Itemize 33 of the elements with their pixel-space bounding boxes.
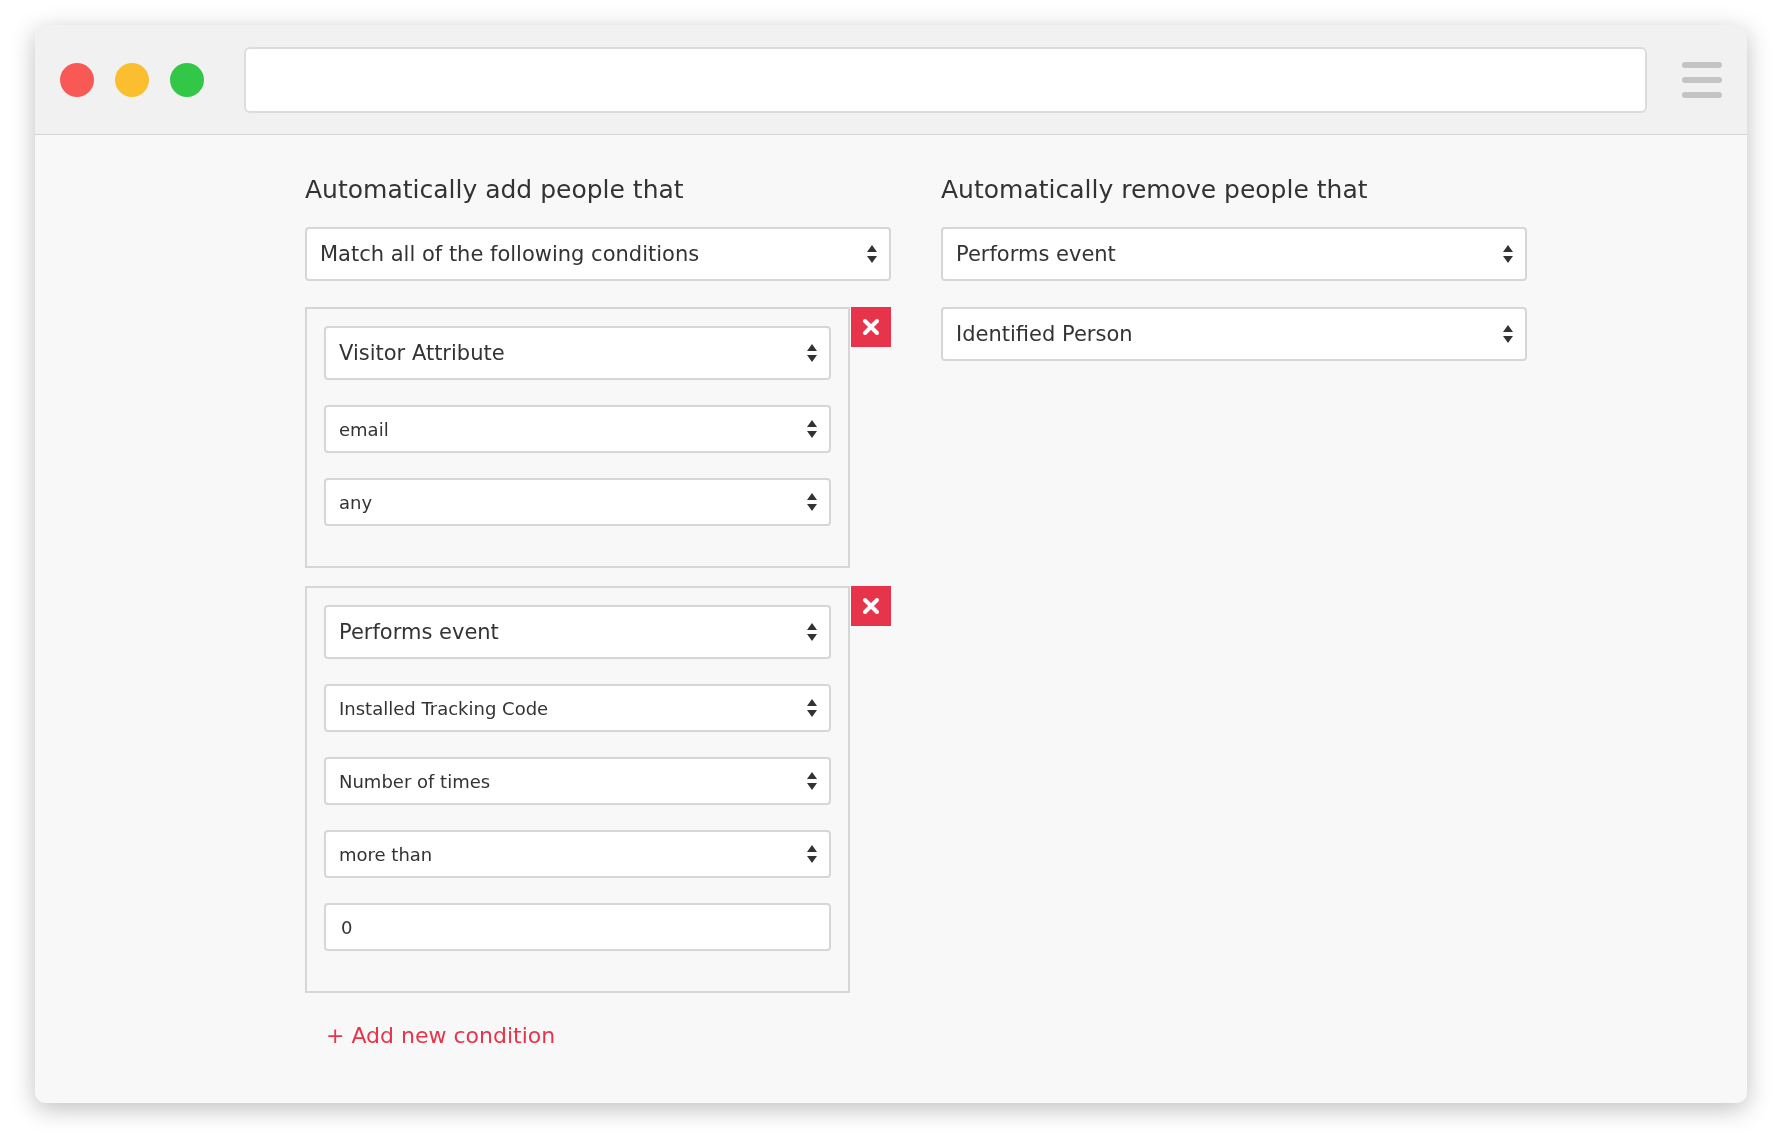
add-condition-link[interactable]: + Add new condition — [326, 1023, 891, 1048]
condition-select[interactable]: more than — [324, 830, 832, 878]
condition-type-select[interactable]: Performs event — [324, 605, 832, 659]
minimize-window-icon[interactable] — [115, 62, 149, 97]
close-window-icon[interactable] — [60, 62, 94, 97]
remove-condition-button[interactable] — [851, 586, 891, 626]
sort-arrows-icon — [1503, 325, 1513, 343]
sort-arrows-icon — [807, 344, 818, 362]
sort-arrows-icon — [807, 845, 818, 863]
sort-arrows-icon — [807, 699, 818, 717]
menu-icon[interactable] — [1682, 61, 1722, 98]
sort-arrows-icon — [807, 420, 818, 438]
close-icon — [862, 318, 881, 336]
condition-select[interactable]: email — [324, 405, 832, 453]
match-select[interactable]: Match all of the following conditions — [305, 227, 891, 281]
sort-arrows-icon — [1503, 245, 1513, 263]
remove-select[interactable]: Performs event — [941, 227, 1527, 281]
sort-arrows-icon — [807, 623, 818, 641]
maximize-window-icon[interactable] — [170, 62, 204, 97]
condition-select[interactable]: Installed Tracking Code — [324, 684, 832, 732]
remove-condition-button[interactable] — [851, 307, 891, 347]
value-input[interactable]: 0 — [324, 903, 832, 951]
condition-type-select[interactable]: Visitor Attribute — [324, 326, 832, 380]
section-heading: Automatically remove people that — [941, 175, 1369, 206]
address-bar[interactable] — [244, 46, 1647, 113]
remove-select[interactable]: Identified Person — [941, 307, 1527, 361]
sort-arrows-icon — [867, 245, 877, 263]
close-icon — [862, 597, 881, 615]
sort-arrows-icon — [807, 493, 818, 511]
condition-select[interactable]: Number of times — [324, 757, 832, 805]
condition-select[interactable]: any — [324, 478, 832, 526]
section-heading: Automatically add people that — [305, 175, 685, 206]
sort-arrows-icon — [807, 772, 818, 790]
